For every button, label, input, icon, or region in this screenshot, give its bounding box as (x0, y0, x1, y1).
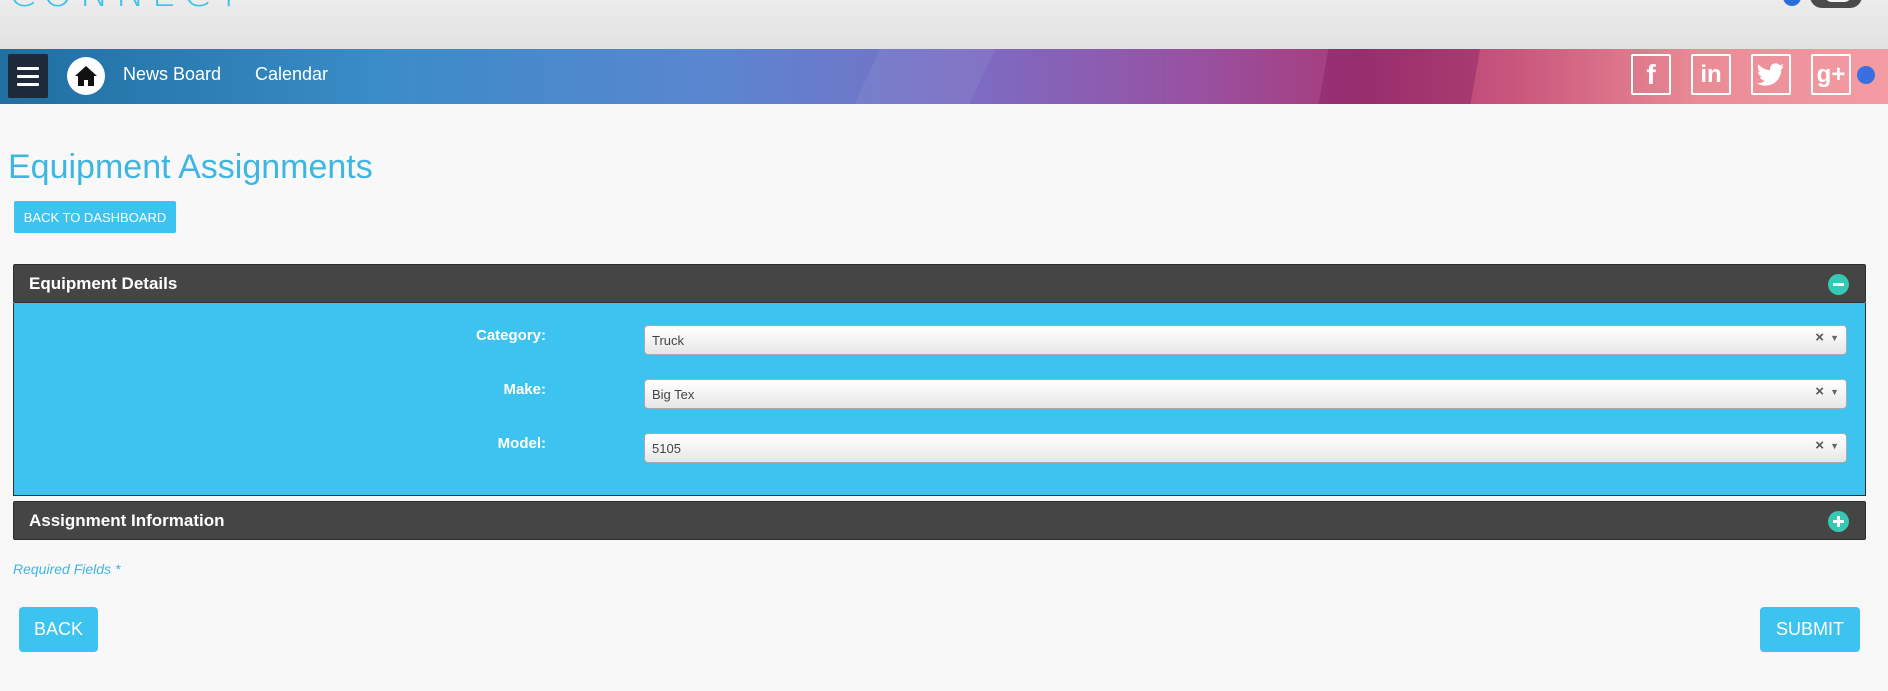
chevron-down-icon[interactable]: ▼ (1830, 441, 1839, 451)
equipment-details-body: Category: Truck × ▼ Make: Big Tex × ▼ Mo… (13, 303, 1866, 496)
back-button[interactable]: BACK (19, 607, 98, 652)
panel-title: Assignment Information (29, 511, 225, 530)
model-select[interactable]: 5105 × ▼ (644, 433, 1847, 463)
home-icon (75, 66, 97, 86)
chevron-down-icon[interactable]: ▼ (1830, 333, 1839, 343)
category-value: Truck (652, 333, 685, 348)
menu-icon-bar (17, 74, 39, 78)
equipment-details-header[interactable]: Equipment Details (13, 264, 1866, 303)
make-select[interactable]: Big Tex × ▼ (644, 379, 1847, 409)
required-fields-note: Required Fields * (13, 561, 121, 577)
top-strip: CONNECT (0, 0, 1888, 49)
nav-bar: News Board Calendar f in g+ (0, 49, 1888, 104)
menu-icon-bar (17, 82, 39, 86)
clear-icon[interactable]: × (1815, 383, 1824, 400)
chevron-down-icon[interactable]: ▼ (1830, 387, 1839, 397)
logo: CONNECT (8, 0, 247, 16)
info-icon[interactable] (1783, 0, 1801, 6)
facebook-button[interactable]: f (1631, 54, 1671, 95)
page-title: Equipment Assignments (8, 148, 373, 186)
collapse-icon[interactable] (1828, 274, 1849, 295)
assignment-information-header[interactable]: Assignment Information (13, 501, 1866, 540)
submit-button[interactable]: SUBMIT (1760, 607, 1860, 652)
home-button[interactable] (67, 57, 105, 95)
model-value: 5105 (652, 441, 681, 456)
twitter-icon (1757, 62, 1784, 86)
back-to-dashboard-button[interactable]: BACK TO DASHBOARD (14, 201, 176, 233)
toggle-switch[interactable] (1810, 0, 1862, 8)
menu-icon-bar (17, 66, 39, 70)
category-label: Category: (475, 327, 546, 344)
twitter-button[interactable] (1751, 54, 1791, 95)
panel-title: Equipment Details (29, 274, 178, 293)
clear-icon[interactable]: × (1815, 437, 1824, 454)
google-plus-icon: g+ (1816, 60, 1846, 88)
make-label: Make: (503, 381, 546, 398)
nav-link-news-board[interactable]: News Board (123, 64, 221, 85)
linkedin-button[interactable]: in (1691, 54, 1731, 95)
menu-button[interactable] (8, 54, 48, 98)
notification-dot[interactable] (1857, 66, 1875, 84)
facebook-icon: f (1646, 58, 1656, 90)
clear-icon[interactable]: × (1815, 329, 1824, 346)
nav-link-calendar[interactable]: Calendar (255, 64, 328, 85)
make-value: Big Tex (652, 387, 695, 402)
category-select[interactable]: Truck × ▼ (644, 325, 1847, 355)
linkedin-icon: in (1700, 60, 1722, 88)
expand-icon[interactable] (1828, 511, 1849, 532)
google-plus-button[interactable]: g+ (1811, 54, 1851, 95)
model-label: Model: (497, 435, 546, 452)
